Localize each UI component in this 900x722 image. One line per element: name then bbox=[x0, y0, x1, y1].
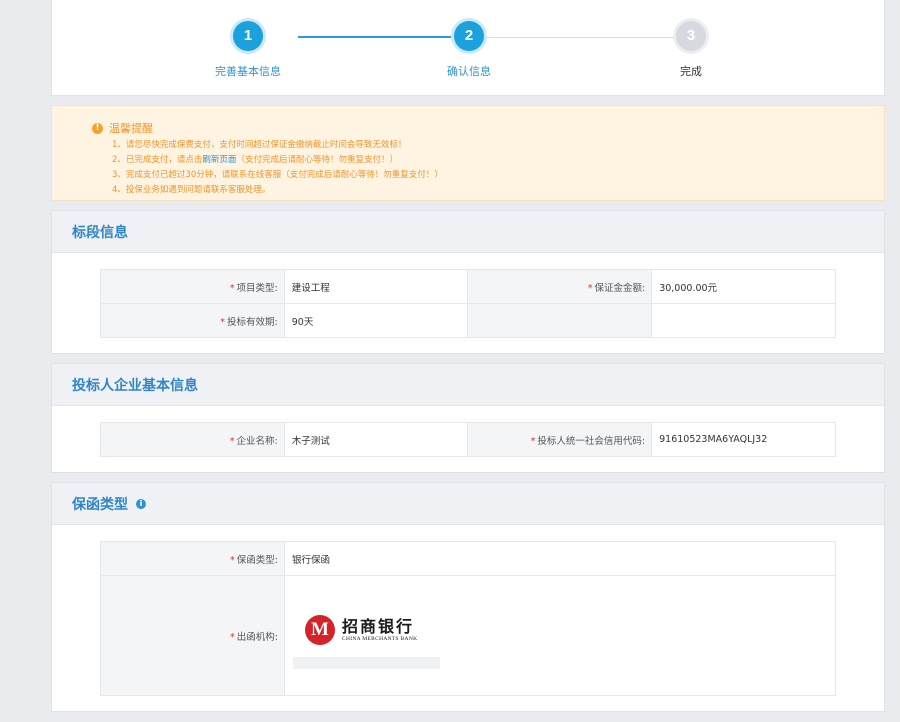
guarantee-section-header: 保函类型 i bbox=[52, 483, 884, 525]
notice-item: 2、已完成支付，请点击刷新页面（支付完成后请耐心等待！勿重复支付！） bbox=[112, 153, 884, 168]
bid-section-header: 标段信息 bbox=[52, 211, 884, 253]
bid-validity-label: * 投标有效期: bbox=[100, 303, 285, 338]
table-row: * 企业名称: 木子测试 * 投标人统一社会信用代码: 91610523MA6YAQ… bbox=[100, 422, 836, 457]
notice-item-2-suffix: （支付完成后请耐心等待！勿重复支付！） bbox=[236, 155, 398, 165]
notice-title: 温馨提醒 bbox=[109, 122, 153, 135]
step-2-label: 确认信息 bbox=[447, 65, 491, 78]
step-1-label: 完善基本信息 bbox=[215, 65, 281, 78]
refresh-page-link[interactable]: 刷新页面 bbox=[202, 155, 236, 165]
progress-steps: 1 完善基本信息 2 确认信息 3 完成 bbox=[51, 0, 885, 96]
deposit-amount-value: 30,000.00元 bbox=[651, 269, 836, 304]
notice-item: 1、请您尽快完成保费支付，支付时间超过保证金缴纳截止时间会导致无效标！ bbox=[112, 140, 407, 150]
empty-cell bbox=[651, 303, 836, 338]
project-type-value: 建设工程 bbox=[283, 269, 469, 304]
bid-validity-value: 90天 bbox=[283, 303, 469, 338]
step-2-circle: 2 bbox=[454, 21, 484, 51]
info-icon[interactable]: i bbox=[136, 498, 146, 509]
bank-option[interactable]: M 招商银行 CHINA MERCHANTS BANK bbox=[293, 602, 440, 669]
reminder-notice: ! 温馨提醒 1、请您尽快完成保费支付，支付时间超过保证金缴纳截止时间会导致无效… bbox=[51, 105, 885, 201]
bid-info-table: * 项目类型: 建设工程 * 保证金金额: 30,000.00元 * 投标有效期: 9… bbox=[100, 269, 836, 338]
credit-code-value: 91610523MA6YAQLJ32 bbox=[651, 422, 836, 457]
bank-name-cn: 招商银行 bbox=[342, 616, 415, 636]
table-row: * 项目类型: 建设工程 * 保证金金额: 30,000.00元 bbox=[100, 269, 836, 304]
company-section-title: 投标人企业基本信息 bbox=[72, 377, 198, 394]
bank-name-en: CHINA MERCHANTS BANK bbox=[342, 635, 418, 642]
bank-logo: M 招商银行 CHINA MERCHANTS BANK bbox=[293, 602, 440, 657]
deposit-amount-label: * 保证金金额: bbox=[467, 269, 653, 304]
guarantee-section-title: 保函类型 bbox=[72, 496, 128, 513]
guarantee-type-value: 银行保函 bbox=[284, 541, 836, 576]
bid-section-card: 标段信息 * 项目类型: 建设工程 * 保证金金额: 30,000.00元 * 投标有… bbox=[51, 210, 885, 354]
notice-item: 4、投保业务如遇到问题请联系客服处理。 bbox=[112, 185, 271, 195]
table-row: * 保函类型: 银行保函 bbox=[100, 541, 836, 576]
guarantee-type-label: * 保函类型: bbox=[100, 541, 285, 576]
issuer-label: * 出函机构: bbox=[100, 575, 285, 696]
guarantee-info-table: * 保函类型: 银行保函 * 出函机构: M 招商银行 CHINA MERCHANT… bbox=[100, 541, 836, 696]
empty-cell bbox=[467, 303, 653, 338]
table-row: * 出函机构: M 招商银行 CHINA MERCHANTS BANK bbox=[100, 575, 836, 696]
cmb-logo-icon: M bbox=[305, 614, 335, 645]
table-row: * 投标有效期: 90天 bbox=[100, 303, 836, 338]
credit-code-label: * 投标人统一社会信用代码: bbox=[467, 422, 653, 457]
bid-section-title: 标段信息 bbox=[72, 224, 128, 241]
step-2: 2 确认信息 bbox=[399, 0, 539, 79]
step-1-circle: 1 bbox=[233, 21, 263, 51]
company-name-label: * 企业名称: bbox=[100, 422, 285, 457]
company-section-card: 投标人企业基本信息 * 企业名称: 木子测试 * 投标人统一社会信用代码: 9161… bbox=[51, 363, 885, 473]
step-3: 3 完成 bbox=[621, 0, 761, 79]
issuer-value: M 招商银行 CHINA MERCHANTS BANK bbox=[284, 575, 836, 696]
project-type-label: * 项目类型: bbox=[100, 269, 285, 304]
step-3-label: 完成 bbox=[680, 65, 702, 78]
step-1: 1 完善基本信息 bbox=[178, 0, 318, 79]
guarantee-section-card: 保函类型 i * 保函类型: 银行保函 * 出函机构: M 招商银行 CHINA M… bbox=[51, 482, 885, 712]
notice-item-2-prefix: 2、已完成支付，请点击 bbox=[112, 155, 203, 165]
warning-icon: ! bbox=[92, 122, 103, 134]
notice-list: 1、请您尽快完成保费支付，支付时间超过保证金缴纳截止时间会导致无效标！ 2、已完… bbox=[94, 138, 884, 198]
company-info-table: * 企业名称: 木子测试 * 投标人统一社会信用代码: 91610523MA6YAQ… bbox=[100, 422, 836, 457]
company-name-value: 木子测试 bbox=[283, 422, 469, 457]
notice-item: 3、完成支付已超过30分钟，请联系在线客服（支付完成后请耐心等待！勿重复支付！） bbox=[112, 170, 443, 180]
step-3-circle: 3 bbox=[676, 21, 706, 51]
company-section-header: 投标人企业基本信息 bbox=[52, 364, 884, 406]
